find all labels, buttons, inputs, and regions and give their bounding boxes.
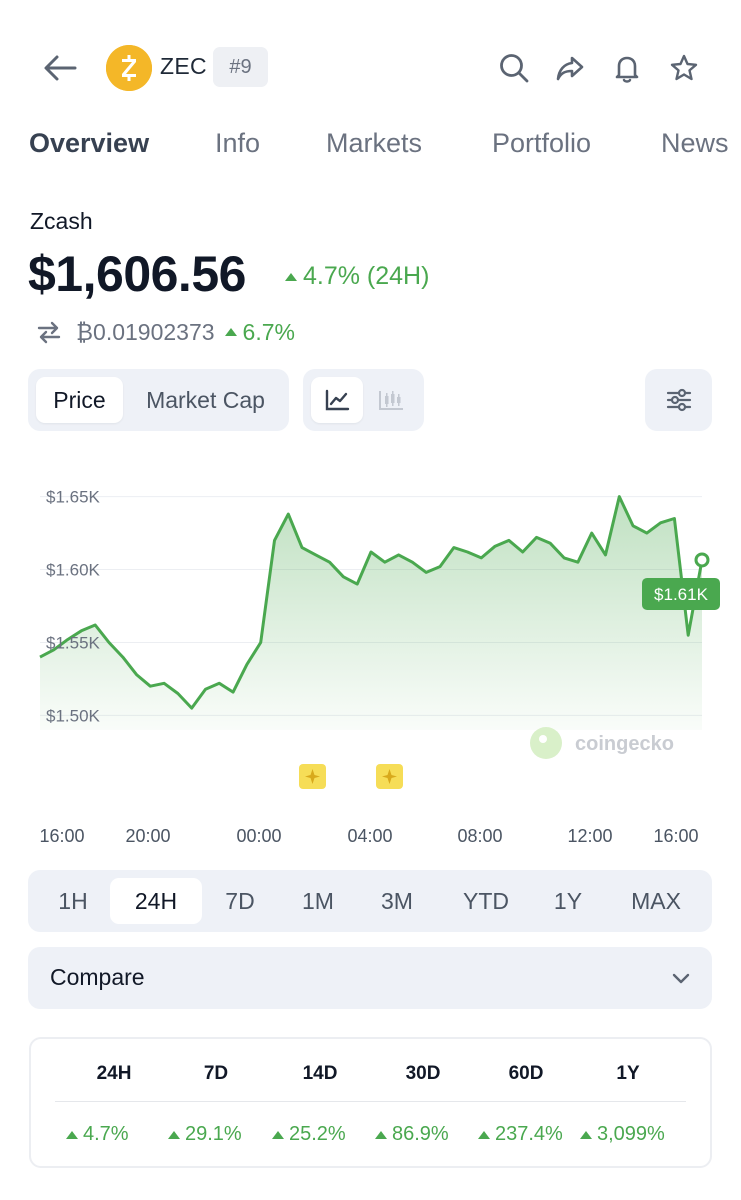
- y-tick-label: $1.55K: [46, 633, 101, 652]
- chevron-down-icon: [672, 973, 690, 984]
- line-chart-icon: [325, 389, 350, 411]
- performance-table: 24H 4.7% 7D 29.1% 14D 25.2% 30D 86.9% 60D 237.4% 1…: [29, 1037, 712, 1168]
- search-button[interactable]: [494, 48, 534, 88]
- perf-change-value: 237.4%: [478, 1123, 563, 1146]
- perf-period-header: 1Y: [616, 1063, 640, 1084]
- back-arrow-icon: [44, 55, 77, 81]
- coin-name: Zcash: [30, 208, 93, 234]
- y-tick-label: $1.60K: [46, 561, 101, 580]
- perf-change-value: 29.1%: [168, 1123, 242, 1146]
- current-price-dot: [694, 552, 710, 568]
- share-icon: [556, 56, 584, 81]
- range-button-1m[interactable]: 1M: [288, 878, 348, 924]
- tab-info[interactable]: Info: [215, 128, 260, 159]
- price-chart[interactable]: coingecko $1.65K $1.60K $1.55K $1.50K 16:00…: [0, 460, 741, 860]
- btc-change-value: 6.7%: [242, 318, 295, 345]
- perf-period-header: 60D: [508, 1063, 544, 1084]
- bell-icon: [615, 56, 639, 83]
- range-button-1h[interactable]: 1H: [46, 878, 100, 924]
- x-tick-label: 12:00: [567, 826, 612, 846]
- current-price-tag-label: $1.61K: [654, 585, 709, 604]
- top-bar: ZEC #9: [0, 40, 741, 96]
- x-tick-label: 20:00: [125, 826, 170, 846]
- up-triangle-icon: [66, 1130, 78, 1139]
- market-cap-toggle-button[interactable]: Market Cap: [128, 377, 283, 423]
- x-tick-label: 08:00: [457, 826, 502, 846]
- perf-change-text: 3,099%: [597, 1123, 665, 1145]
- up-triangle-icon: [580, 1130, 592, 1139]
- share-button[interactable]: [550, 48, 590, 88]
- perf-period-header: 7D: [203, 1063, 229, 1084]
- btc-price: ₿0.01902373: [76, 318, 215, 345]
- up-triangle-icon: [285, 272, 297, 281]
- range-button-7d[interactable]: 7D: [210, 878, 270, 924]
- x-tick-label: 00:00: [236, 826, 281, 846]
- swap-icon: [37, 321, 61, 344]
- event-marker[interactable]: [299, 764, 326, 789]
- tab-portfolio[interactable]: Portfolio: [492, 128, 591, 159]
- range-button-1y[interactable]: 1Y: [546, 878, 590, 924]
- up-triangle-icon: [168, 1130, 180, 1139]
- price-toggle-button[interactable]: Price: [36, 377, 123, 423]
- coingecko-watermark: coingecko: [530, 727, 674, 759]
- compare-label: Compare: [50, 964, 145, 990]
- perf-change-text: 4.7%: [83, 1123, 129, 1145]
- sliders-icon: [666, 388, 691, 412]
- range-button-24h[interactable]: 24H: [110, 878, 202, 924]
- btc-price-row: ₿0.01902373 6.7%: [36, 316, 295, 348]
- perf-period-header: 24H: [96, 1063, 132, 1084]
- line-chart-button[interactable]: [311, 377, 363, 423]
- watermark-text: coingecko: [575, 733, 674, 755]
- up-triangle-icon: [478, 1130, 490, 1139]
- x-tick-label: 16:00: [653, 826, 698, 846]
- x-tick-label: 16:00: [39, 826, 84, 846]
- perf-period-header: 14D: [302, 1063, 338, 1084]
- price-change-24h-value: 4.7% (24H): [303, 262, 430, 290]
- coin-symbol: ZEC: [160, 53, 207, 79]
- compare-dropdown[interactable]: Compare: [28, 947, 712, 1009]
- up-triangle-icon: [272, 1130, 284, 1139]
- rank-badge: #9: [213, 47, 268, 87]
- perf-change-text: 237.4%: [495, 1123, 563, 1145]
- perf-change-text: 29.1%: [185, 1123, 242, 1145]
- chart-settings-button[interactable]: [645, 369, 712, 431]
- back-button[interactable]: [38, 48, 82, 88]
- perf-change-text: 25.2%: [289, 1123, 346, 1145]
- section-tabs: Overview Info Markets Portfolio News: [0, 128, 741, 168]
- range-button-max[interactable]: MAX: [616, 878, 696, 924]
- watchlist-button[interactable]: [664, 48, 704, 88]
- zcash-icon: [106, 45, 152, 91]
- btc-change: 6.7%: [224, 318, 295, 346]
- perf-period-header: 30D: [405, 1063, 441, 1084]
- divider: [55, 1101, 686, 1102]
- tab-overview[interactable]: Overview: [29, 128, 149, 159]
- perf-change-value: 3,099%: [580, 1123, 665, 1146]
- up-triangle-icon: [375, 1130, 387, 1139]
- perf-change-value: 25.2%: [272, 1123, 346, 1146]
- event-marker[interactable]: [376, 764, 403, 789]
- zcash-logo: [106, 45, 152, 91]
- star-icon: [670, 54, 698, 81]
- y-tick-label: $1.65K: [46, 488, 101, 507]
- up-triangle-icon: [224, 328, 237, 336]
- chart-type-toggle: [303, 369, 424, 431]
- y-tick-label: $1.50K: [46, 706, 101, 725]
- tab-markets[interactable]: Markets: [326, 128, 422, 159]
- tab-news[interactable]: News: [661, 128, 729, 159]
- perf-change-value: 86.9%: [375, 1123, 449, 1146]
- time-range-selector: 1H 24H 7D 1M 3M YTD 1Y MAX: [28, 870, 712, 932]
- perf-change-text: 86.9%: [392, 1123, 449, 1145]
- search-icon: [500, 54, 529, 83]
- price-area: [40, 496, 702, 730]
- candlestick-icon: [379, 391, 403, 410]
- candlestick-chart-button[interactable]: [365, 377, 417, 423]
- range-button-3m[interactable]: 3M: [366, 878, 428, 924]
- current-price: $1,606.56: [28, 246, 246, 302]
- price-change-24h: 4.7% (24H): [285, 262, 429, 291]
- x-tick-label: 04:00: [347, 826, 392, 846]
- range-button-ytd[interactable]: YTD: [452, 878, 520, 924]
- metric-toggle: Price Market Cap: [28, 369, 289, 431]
- alert-button[interactable]: [607, 48, 647, 88]
- perf-change-value: 4.7%: [66, 1123, 129, 1146]
